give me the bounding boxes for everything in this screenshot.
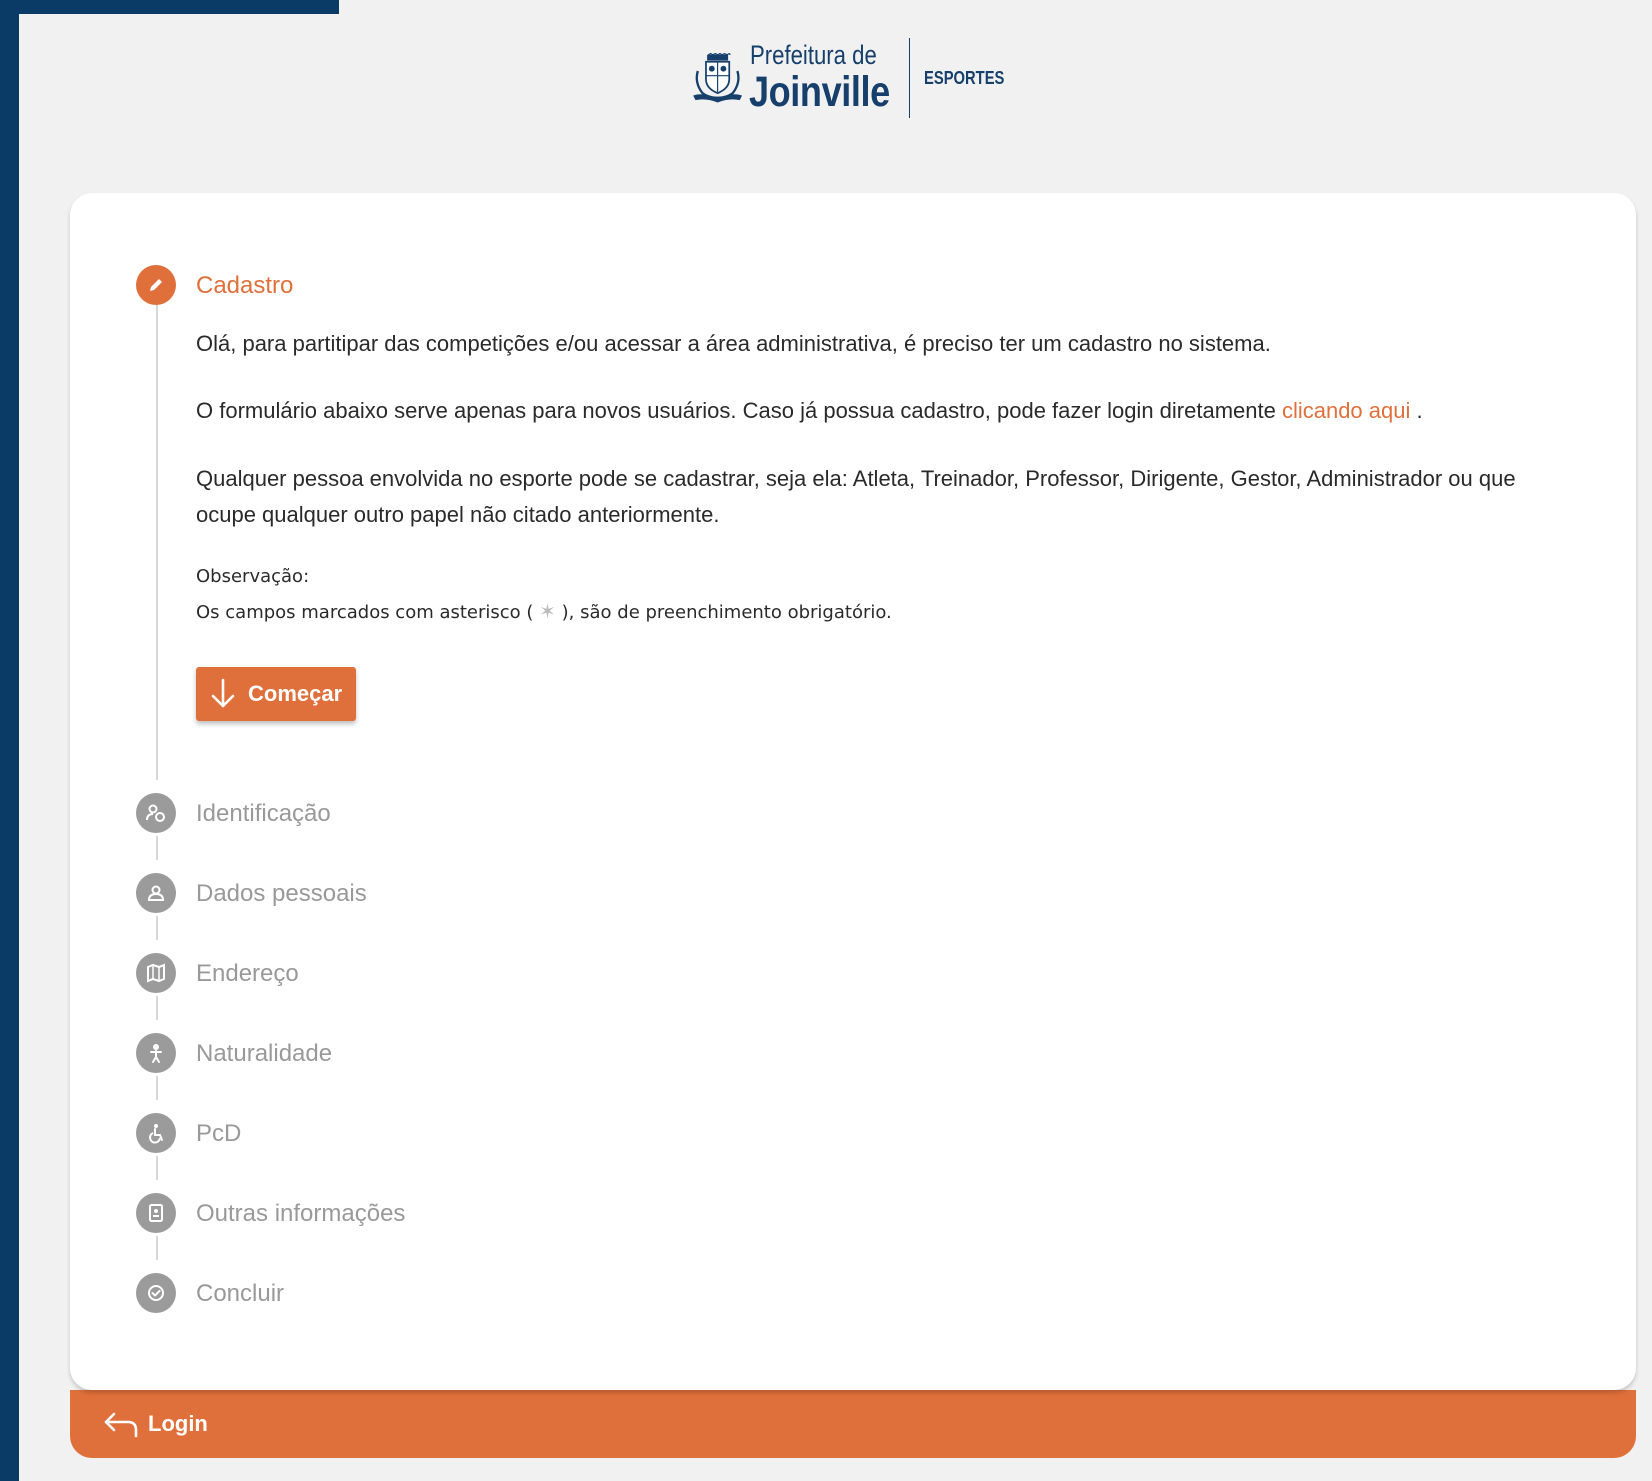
step-pcd-title[interactable]: PcD xyxy=(196,1120,241,1148)
map-icon xyxy=(147,963,165,983)
baby-icon xyxy=(150,1044,162,1063)
wheelchair-icon xyxy=(149,1124,163,1144)
card-footer xyxy=(70,1390,1636,1458)
step-connector xyxy=(156,1156,158,1180)
login-button[interactable]: Login xyxy=(104,1405,208,1443)
step-identificacao-title[interactable]: Identificação xyxy=(196,800,331,828)
observation-text: Os campos marcados com asterisco ( ✶ ), … xyxy=(196,599,892,623)
brand-department: ESPORTES xyxy=(923,67,1005,88)
step-dados-pessoais-circle[interactable] xyxy=(136,873,176,913)
city-crest-logo xyxy=(693,52,743,103)
step-connector xyxy=(156,916,158,940)
brand-small-text: Prefeitura de xyxy=(750,40,877,70)
brand-city-name: Joinville xyxy=(749,68,890,116)
step-connector xyxy=(156,1236,158,1260)
person-icon xyxy=(147,885,165,901)
step-endereco-title[interactable]: Endereço xyxy=(196,960,299,988)
step-connector xyxy=(156,996,158,1020)
intro-text: Olá, para partitipar das competições e/o… xyxy=(196,331,1271,356)
step-connector xyxy=(156,836,158,860)
step-connector xyxy=(156,1076,158,1100)
contact-card-icon xyxy=(149,1204,163,1222)
start-button[interactable]: Começar xyxy=(196,667,356,721)
step-connector xyxy=(156,304,158,780)
step-concluir-circle[interactable] xyxy=(136,1273,176,1313)
step-concluir-title[interactable]: Concluir xyxy=(196,1280,284,1308)
step-pcd-circle[interactable] xyxy=(136,1113,176,1153)
header-logo: Prefeitura de Joinville ESPORTES xyxy=(692,36,1022,120)
login-link[interactable]: clicando aqui xyxy=(1282,398,1410,423)
observation-before: Os campos marcados com asterisco ( xyxy=(196,602,540,623)
return-arrow-icon xyxy=(104,1412,138,1438)
form-info-before: O formulário abaixo serve apenas para no… xyxy=(196,398,1282,423)
arrow-down-icon xyxy=(211,678,235,708)
observation-after: ), são de preenchimento obrigatório. xyxy=(555,602,892,623)
asterisk-icon: ✶ xyxy=(539,599,556,623)
who-can-register-text: Qualquer pessoa envolvida no esporte pod… xyxy=(196,466,1516,527)
person-badge-icon xyxy=(146,804,165,822)
step-cadastro-circle[interactable] xyxy=(136,265,176,305)
step-dados-pessoais-title[interactable]: Dados pessoais xyxy=(196,880,367,908)
login-label: Login xyxy=(148,1411,208,1436)
step-outras-informacoes-title[interactable]: Outras informações xyxy=(196,1200,405,1228)
top-frame-strip xyxy=(19,0,339,14)
step-endereco-circle[interactable] xyxy=(136,953,176,993)
start-button-label: Começar xyxy=(248,681,343,706)
form-info-text: O formulário abaixo serve apenas para no… xyxy=(196,393,1566,429)
form-info-after: . xyxy=(1410,398,1423,423)
step-outras-informacoes-circle[interactable] xyxy=(136,1193,176,1233)
brand-divider xyxy=(908,38,910,118)
check-circle-icon xyxy=(148,1285,164,1301)
step-identificacao-circle[interactable] xyxy=(136,793,176,833)
step-cadastro-title[interactable]: Cadastro xyxy=(196,272,293,300)
left-frame-bar xyxy=(0,0,19,1481)
step-naturalidade-circle[interactable] xyxy=(136,1033,176,1073)
observation-label: Observação: xyxy=(196,566,310,587)
pencil-icon xyxy=(150,279,162,291)
step-naturalidade-title[interactable]: Naturalidade xyxy=(196,1040,332,1068)
